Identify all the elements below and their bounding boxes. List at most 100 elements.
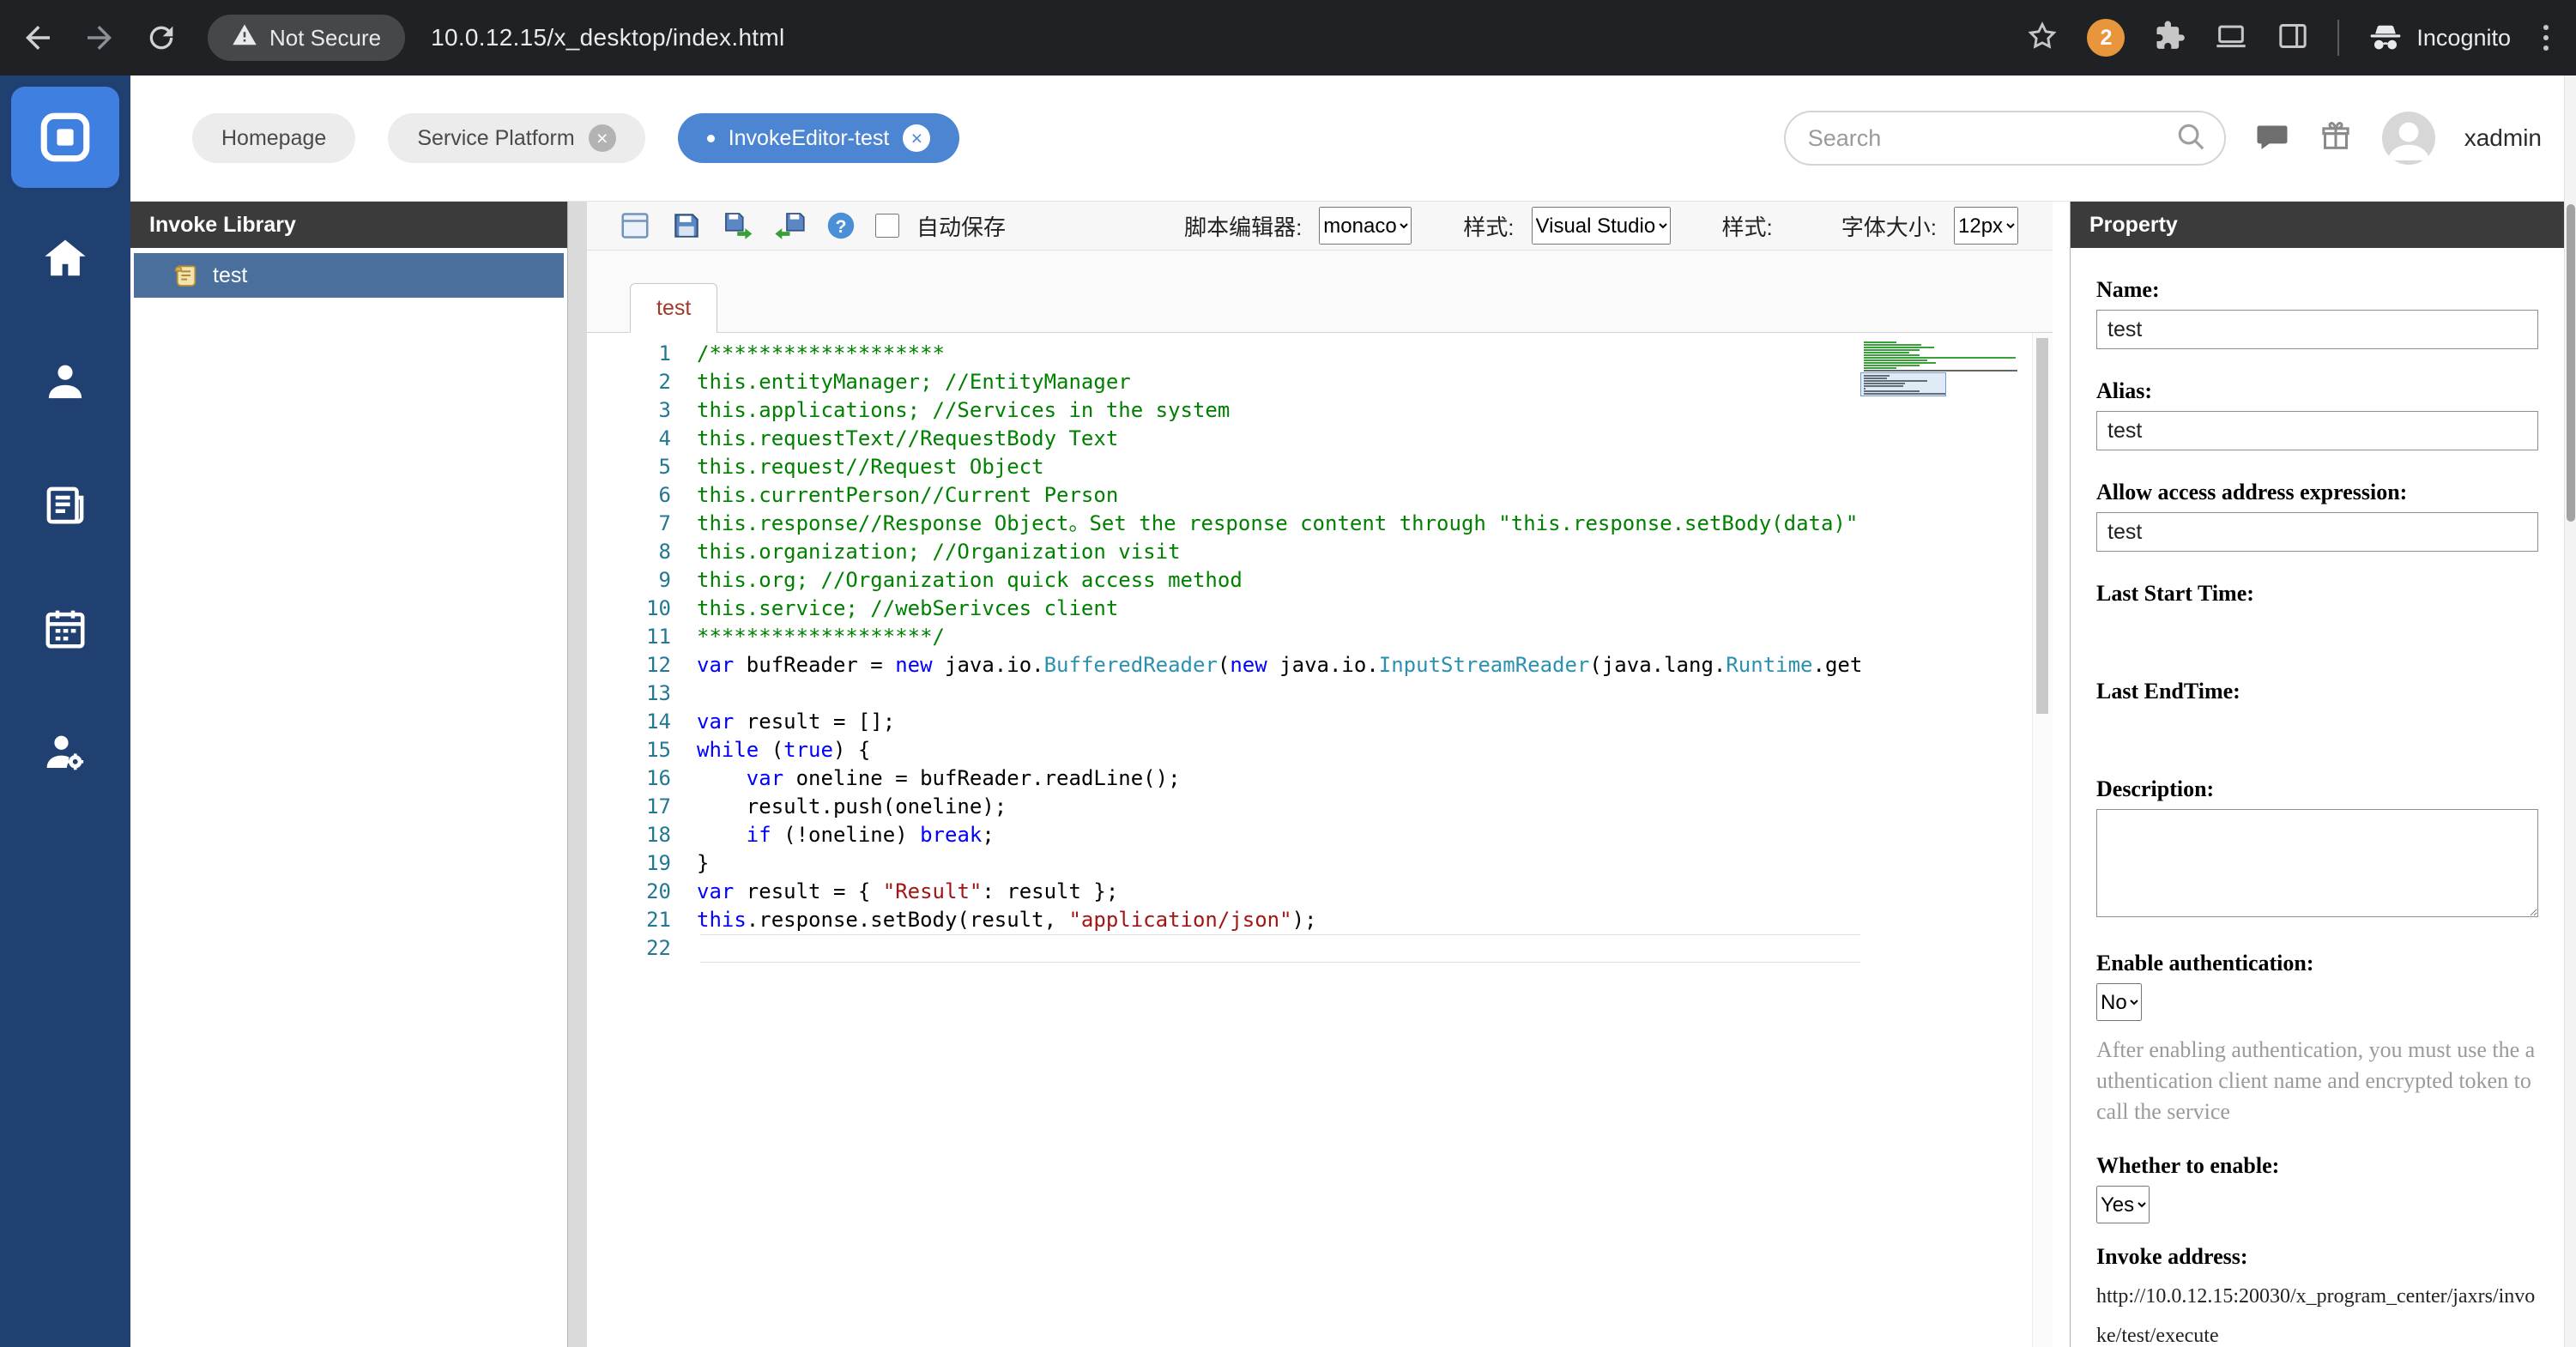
home-icon bbox=[45, 239, 86, 276]
editor-scrollbar[interactable] bbox=[2032, 333, 2053, 1347]
line-number: 16 bbox=[646, 766, 671, 790]
search-input[interactable] bbox=[1807, 124, 2174, 152]
export-icon[interactable] bbox=[721, 208, 755, 243]
browser-menu-icon[interactable] bbox=[2538, 20, 2554, 56]
avatar[interactable] bbox=[2381, 112, 2435, 165]
incognito-label: Incognito bbox=[2416, 24, 2511, 51]
help-icon[interactable]: ? bbox=[824, 208, 858, 243]
chat-icon[interactable] bbox=[2255, 119, 2289, 158]
code-line[interactable]: 13 bbox=[587, 680, 2053, 708]
allow-access-field[interactable] bbox=[2096, 512, 2538, 552]
documents-icon bbox=[46, 486, 84, 524]
font-size-select[interactable]: 12px bbox=[1954, 207, 2018, 245]
code-line[interactable]: 6 this.currentPerson//Current Person bbox=[587, 481, 2053, 510]
description-textarea[interactable] bbox=[2096, 809, 2538, 917]
autosave-label: 自动保存 bbox=[916, 214, 1007, 240]
editor-panel: ? 自动保存 脚本编辑器: monaco 样式: Visual Studio 样… bbox=[587, 202, 2053, 1347]
enable-auth-label: Enable authentication: bbox=[2096, 951, 2314, 976]
extensions-puzzle-icon[interactable] bbox=[2152, 19, 2186, 57]
gift-icon[interactable] bbox=[2319, 119, 2353, 158]
code-line[interactable]: 4 this.requestText//RequestBody Text bbox=[587, 425, 2053, 453]
bookmark-star-icon[interactable] bbox=[2025, 19, 2059, 57]
style-label: 样式: bbox=[1463, 214, 1515, 240]
minimap-slider[interactable] bbox=[1860, 372, 1946, 396]
code-line[interactable]: 12 var bufReader = new java.io.BufferedRe… bbox=[587, 651, 2053, 680]
code-line[interactable]: 19} bbox=[587, 849, 2053, 878]
property-panel-title: Property bbox=[2071, 202, 2564, 248]
library-item-test[interactable]: test bbox=[134, 253, 564, 298]
tab-label: Service Platform bbox=[417, 125, 575, 150]
allow-access-label: Allow access address expression: bbox=[2096, 480, 2408, 504]
tab-homepage[interactable]: Homepage bbox=[192, 113, 356, 163]
enable-auth-select[interactable]: No bbox=[2096, 983, 2142, 1021]
alias-field[interactable] bbox=[2096, 411, 2538, 450]
last-start-time-label: Last Start Time: bbox=[2096, 581, 2254, 606]
forward-icon[interactable] bbox=[76, 14, 124, 62]
code-line[interactable]: 21 this.response.setBody(result, "applica… bbox=[587, 906, 2053, 934]
new-document-icon[interactable] bbox=[618, 208, 652, 243]
invoke-address-label: Invoke address: bbox=[2096, 1244, 2248, 1269]
library-item-label: test bbox=[213, 263, 248, 287]
code-line[interactable]: 3 this.applications; //Services in the sy… bbox=[587, 396, 2053, 425]
code-line[interactable]: 2 this.entityManager; //EntityManager bbox=[587, 368, 2053, 396]
sidebar-item-home[interactable] bbox=[41, 234, 89, 282]
code-line[interactable]: 22 bbox=[587, 934, 2053, 963]
line-number: 14 bbox=[646, 710, 671, 734]
code-editor[interactable]: 1/******************* 2 this.entityManager… bbox=[587, 333, 2053, 1347]
code-line[interactable]: 5 this.request//Request Object bbox=[587, 453, 2053, 481]
tab-invoke-editor-test[interactable]: InvokeEditor-test × bbox=[677, 113, 960, 163]
code-line[interactable]: 8 this.organization; //Organization visit bbox=[587, 538, 2053, 566]
app-logo[interactable] bbox=[11, 87, 119, 188]
autosave-checkbox[interactable] bbox=[875, 214, 899, 238]
style-select[interactable]: Visual Studio bbox=[1531, 207, 1671, 245]
page-scrollbar-thumb[interactable] bbox=[2567, 204, 2575, 522]
save-icon[interactable] bbox=[669, 208, 704, 243]
line-number: 15 bbox=[646, 738, 671, 762]
sidebar-item-calendar[interactable] bbox=[41, 605, 89, 653]
extension-badge[interactable]: 2 bbox=[2087, 19, 2126, 57]
whether-enable-select[interactable]: Yes bbox=[2096, 1186, 2150, 1223]
import-icon[interactable] bbox=[772, 208, 807, 243]
username[interactable]: xadmin bbox=[2464, 124, 2542, 152]
code-line[interactable]: 1/******************* bbox=[587, 340, 2053, 368]
description-label: Description: bbox=[2096, 776, 2215, 801]
code-line[interactable]: 15 while (true) { bbox=[587, 736, 2053, 764]
editor-tab-test[interactable]: test bbox=[630, 283, 718, 333]
line-number: 19 bbox=[646, 851, 671, 875]
url-bar[interactable]: 10.0.12.15/x_desktop/index.html bbox=[431, 24, 784, 51]
code-line[interactable]: 10 this.service; //webSerivces client bbox=[587, 595, 2053, 623]
script-editor-select[interactable]: monaco bbox=[1319, 207, 1412, 245]
alias-label: Alias: bbox=[2096, 378, 2152, 403]
sidebar-item-contacts[interactable] bbox=[41, 358, 89, 406]
close-icon[interactable]: × bbox=[903, 124, 931, 152]
back-icon[interactable] bbox=[14, 14, 62, 62]
code-line[interactable]: 16 var oneline = bufReader.readLine(); bbox=[587, 764, 2053, 793]
sidebar-item-documents[interactable] bbox=[41, 481, 89, 529]
incognito-indicator[interactable]: Incognito bbox=[2367, 19, 2511, 57]
panel-splitter[interactable] bbox=[568, 202, 587, 1347]
last-end-time-label: Last EndTime: bbox=[2096, 679, 2240, 704]
page-scrollbar[interactable] bbox=[2564, 76, 2576, 1347]
minimap[interactable] bbox=[1860, 333, 2032, 1347]
calendar-icon bbox=[45, 610, 85, 649]
script-editor-label: 脚本编辑器: bbox=[1184, 214, 1303, 240]
side-panel-icon[interactable] bbox=[2276, 19, 2310, 57]
code-line[interactable]: 14 var result = []; bbox=[587, 708, 2053, 736]
not-secure-badge[interactable]: Not Secure bbox=[208, 15, 406, 61]
code-line[interactable]: 20 var result = { "Result": result }; bbox=[587, 878, 2053, 906]
name-label: Name: bbox=[2096, 277, 2160, 302]
search-icon[interactable] bbox=[2174, 120, 2207, 157]
code-line[interactable]: 9 this.org; //Organization quick access m… bbox=[587, 566, 2053, 595]
editor-scrollbar-thumb[interactable] bbox=[2036, 338, 2048, 714]
reload-icon[interactable] bbox=[137, 14, 185, 62]
close-icon[interactable]: × bbox=[588, 124, 616, 152]
cast-device-icon[interactable] bbox=[2214, 19, 2248, 57]
code-line[interactable]: 17 result.push(oneline); bbox=[587, 793, 2053, 821]
line-number: 17 bbox=[646, 794, 671, 818]
sidebar-item-admin[interactable] bbox=[41, 728, 89, 776]
code-line[interactable]: 11 *******************/ bbox=[587, 623, 2053, 651]
code-line[interactable]: 7 this.response//Response Object。Set the … bbox=[587, 510, 2053, 538]
name-field[interactable] bbox=[2096, 310, 2538, 349]
tab-service-platform[interactable]: Service Platform × bbox=[388, 113, 645, 163]
code-line[interactable]: 18 if (!oneline) break; bbox=[587, 821, 2053, 849]
